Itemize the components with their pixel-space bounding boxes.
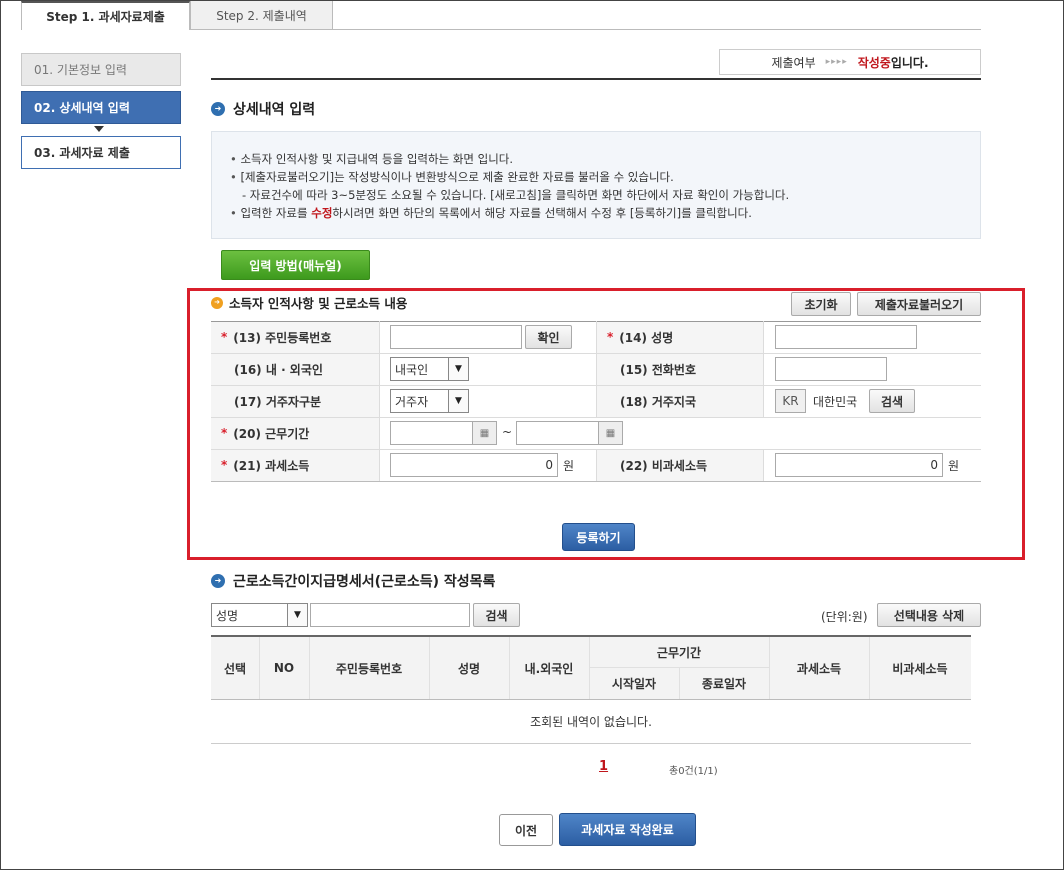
- status-label: 제출여부: [771, 55, 816, 70]
- info-line: [제출자료불러오기]는 작성방식이나 변환방식으로 제출 완료한 자료를 불러올…: [230, 168, 962, 186]
- list-search-input[interactable]: [310, 603, 470, 627]
- detail-title-text: 상세내역 입력: [233, 102, 316, 118]
- rrn-label: * (13) 주민등록번호: [221, 330, 332, 345]
- info-line: - 자료건수에 따라 3~5분정도 소요될 수 있습니다. [새로고침]을 클릭…: [242, 188, 790, 202]
- col-nationality: 내.외국인: [524, 661, 574, 676]
- nationality-label: (16) 내 · 외국인: [234, 362, 323, 377]
- form-vline: [596, 449, 597, 481]
- register-button[interactable]: 등록하기: [562, 523, 635, 551]
- period-tilde: ~: [502, 425, 513, 439]
- chevron-down-icon: ▼: [287, 604, 307, 626]
- list-line: [211, 743, 971, 744]
- info-line: 소득자 인적사항 및 지급내역 등을 입력하는 화면 입니다.: [230, 150, 962, 168]
- col-period: 근무기간: [656, 645, 702, 660]
- form-section-title: ➜ 소득자 인적사항 및 근로소득 내용: [211, 293, 407, 312]
- form-line: [211, 481, 981, 482]
- phone-input[interactable]: [775, 357, 887, 381]
- period-end-input[interactable]: [516, 421, 599, 445]
- complete-button[interactable]: 과세자료 작성완료: [559, 813, 696, 846]
- name-label: * (14) 성명: [607, 330, 674, 345]
- phone-label: (15) 전화번호: [620, 362, 697, 377]
- taxable-unit: 원: [563, 459, 575, 473]
- form-line: [211, 417, 981, 418]
- arrow-circle-icon: ➜: [211, 102, 225, 116]
- col-select: 선택: [223, 661, 247, 676]
- col-nontaxable: 비과세소득: [892, 661, 948, 676]
- load-submitted-button[interactable]: 제출자료불러오기: [857, 292, 981, 316]
- arrow-circle-icon: ➜: [211, 574, 225, 588]
- tab-step2[interactable]: Step 2. 제출내역: [190, 1, 333, 30]
- tab-divider: [190, 29, 981, 30]
- calendar-icon[interactable]: ▦: [473, 421, 497, 445]
- status-suffix: 입니다.: [890, 55, 929, 70]
- status-box: 제출여부 ▸▸▸▸ 작성중입니다.: [719, 49, 981, 75]
- unit-label: (단위:원): [821, 610, 868, 624]
- country-label: (18) 거주지국: [620, 394, 697, 409]
- country-code-field: KR: [775, 389, 806, 413]
- list-filter-select[interactable]: 성명 ▼: [211, 603, 308, 627]
- nav-submit[interactable]: 03. 과세자료 제출: [21, 136, 181, 169]
- info-line: 입력한 자료를 수정하시려면 화면 하단의 목록에서 해당 자료를 선택해서 수…: [230, 204, 962, 222]
- col-no: NO: [273, 661, 295, 675]
- list-section-title: ➜ 근로소득간이지급명세서(근로소득) 작성목록: [211, 571, 495, 591]
- info-edit-emphasis: 수정: [311, 206, 333, 220]
- form-vline: [763, 321, 764, 417]
- taxable-input[interactable]: 0: [390, 453, 558, 477]
- form-vline: [379, 321, 380, 481]
- rrn-input[interactable]: [390, 325, 522, 349]
- country-name: 대한민국: [813, 395, 858, 409]
- empty-message: 조회된 내역이 없습니다.: [530, 714, 652, 729]
- prev-button[interactable]: 이전: [499, 814, 553, 846]
- nav-detail-input[interactable]: 02. 상세내역 입력: [21, 91, 181, 124]
- col-end: 종료일자: [701, 676, 747, 691]
- chevron-down-icon: ▼: [448, 358, 468, 380]
- form-vline: [596, 321, 597, 417]
- delete-selected-button[interactable]: 선택내용 삭제: [877, 603, 981, 627]
- col-name: 성명: [457, 661, 481, 676]
- manual-button[interactable]: 입력 방법(매뉴얼): [221, 250, 370, 280]
- chevron-down-icon: ▼: [448, 390, 468, 412]
- status-arrows-icon: ▸▸▸▸: [825, 57, 848, 67]
- page-1-link[interactable]: 1: [599, 759, 608, 774]
- country-search-button[interactable]: 검색: [869, 389, 915, 413]
- period-label: * (20) 근무기간: [221, 426, 310, 441]
- nontaxable-unit: 원: [948, 459, 960, 473]
- residence-label: (17) 거주자구분: [234, 394, 322, 409]
- name-input[interactable]: [775, 325, 917, 349]
- col-start: 시작일자: [611, 676, 657, 691]
- residence-select[interactable]: 거주자 ▼: [390, 389, 469, 413]
- nontaxable-label: (22) 비과세소득: [620, 458, 708, 473]
- nav-basic-info[interactable]: 01. 기본정보 입력: [21, 53, 181, 86]
- reset-button[interactable]: 초기화: [791, 292, 851, 316]
- list-title-text: 근로소득간이지급명세서(근로소득) 작성목록: [233, 574, 496, 590]
- list-search-button[interactable]: 검색: [473, 603, 520, 627]
- rrn-confirm-button[interactable]: 확인: [525, 325, 572, 349]
- taxable-label: * (21) 과세소득: [221, 458, 310, 473]
- status-state: 작성중: [857, 55, 891, 70]
- detail-section-title: ➜ 상세내역 입력: [211, 99, 315, 119]
- col-rrn: 주민등록번호: [335, 661, 403, 676]
- arrow-circle-icon: ➜: [211, 296, 223, 309]
- nationality-select[interactable]: 내국인 ▼: [390, 357, 469, 381]
- col-taxable: 과세소득: [796, 661, 842, 676]
- section-divider: [211, 78, 981, 80]
- nontaxable-input[interactable]: 0: [775, 453, 943, 477]
- total-count: 총0건(1/1): [669, 766, 718, 777]
- form-vline: [763, 449, 764, 481]
- form-title-text: 소득자 인적사항 및 근로소득 내용: [229, 296, 408, 311]
- calendar-icon[interactable]: ▦: [599, 421, 623, 445]
- period-start-input[interactable]: [390, 421, 473, 445]
- tab-step1[interactable]: Step 1. 과세자료제출: [21, 1, 190, 30]
- info-box: 소득자 인적사항 및 지급내역 등을 입력하는 화면 입니다. [제출자료불러오…: [211, 131, 981, 239]
- nav-down-arrow-icon: [94, 126, 104, 132]
